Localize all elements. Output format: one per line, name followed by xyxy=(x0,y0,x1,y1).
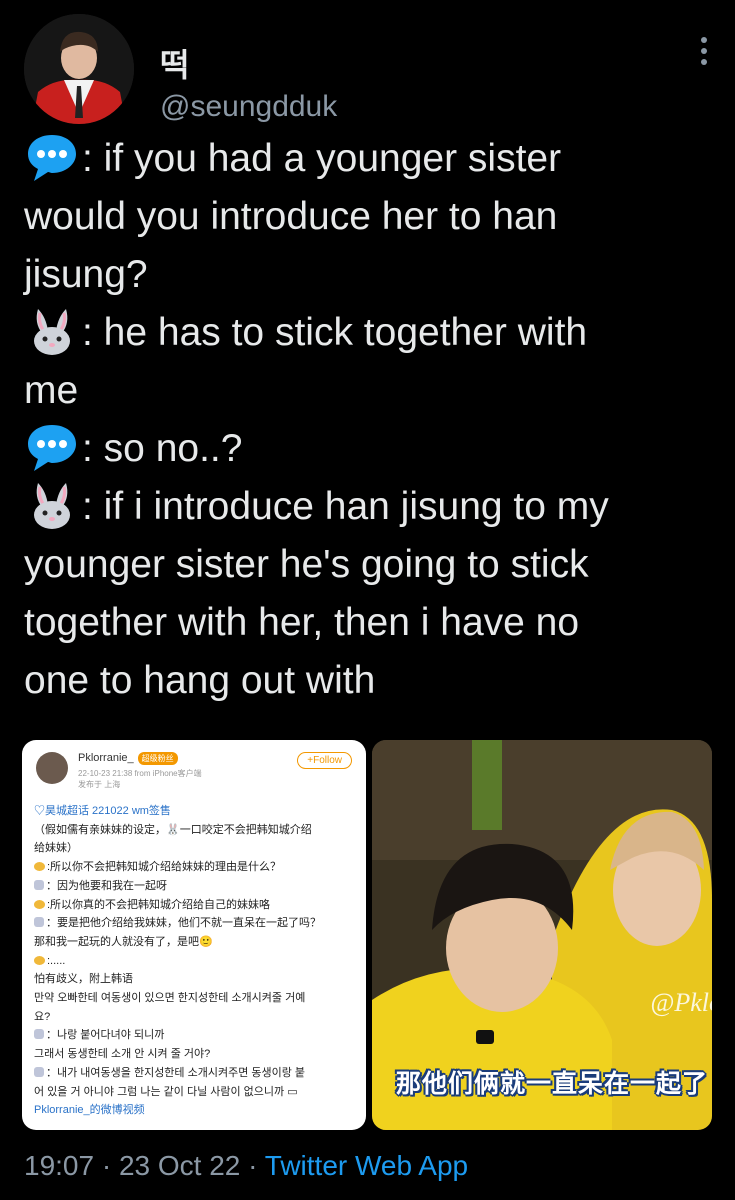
weibo-line: 那和我一起玩的人就没有了，是吧🙂 xyxy=(34,933,358,952)
rabbit-icon xyxy=(34,309,70,355)
video-still-image[interactable]: @Pklo 那他们俩就一直呆在一起了 xyxy=(372,740,712,1130)
tweet-line-text: : so no..? xyxy=(82,427,243,470)
weibo-post-header: Pklorranie_ 超级粉丝 22-10-23 21:38 from iPho… xyxy=(22,740,366,800)
weibo-line[interactable]: ♡昊城超话 221022 wm签售 xyxy=(34,802,358,821)
tweet-line-text: jisung? xyxy=(24,253,148,296)
weibo-line-text: 어 있을 거 아니야 그럼 나는 같이 다닐 사람이 없으니까 ▭ xyxy=(34,1085,298,1098)
user-handle[interactable]: @seungdduk xyxy=(160,90,337,124)
weibo-line-text: （假如儒有亲妹妹的设定，🐰一口咬定不会把韩知城介绍 xyxy=(34,823,312,836)
weibo-line-text: ：나랑 붙어다녀야 되니까 xyxy=(46,1029,165,1042)
weibo-line: 요? xyxy=(34,1008,358,1027)
weibo-line-text: 요? xyxy=(34,1010,51,1023)
weibo-line-text: 那和我一起玩的人就没有了，是吧🙂 xyxy=(34,935,213,948)
tweet-line: jisung? xyxy=(24,246,714,304)
weibo-line: ：나랑 붙어다녀야 되니까 xyxy=(34,1026,358,1045)
weibo-line: :所以你真的不会把韩知城介绍给自己的妹妹咯 xyxy=(34,896,358,915)
rabbit-icon xyxy=(34,1066,44,1077)
weibo-meta: 22-10-23 21:38 from iPhone客户端 发布于 上海 xyxy=(78,768,202,790)
tweet-line-text: one to hang out with xyxy=(24,659,376,702)
weibo-line-text: 만약 오빠한테 여동생이 있으면 한지성한테 소개시켜줄 거예 xyxy=(34,992,306,1005)
weibo-line: 그래서 동생한테 소개 안 시켜 줄 거야? xyxy=(34,1045,358,1064)
weibo-line: :..... xyxy=(34,952,358,971)
weibo-line: ：내가 내여동생을 한지성한테 소개시켜주면 동생이랑 붙 xyxy=(34,1064,358,1083)
weibo-username: Pklorranie_ 超级粉丝 xyxy=(78,752,178,765)
tweet-footer: 19:07 · 23 Oct 22 · Twitter Web App xyxy=(24,1150,468,1182)
tweet-line: : if you had a younger sister xyxy=(24,130,714,188)
weibo-avatar xyxy=(36,752,68,784)
emoji-icon xyxy=(34,899,45,909)
weibo-line: ：要是把他介绍给我妹妹，他们不就一直呆在一起了吗？ xyxy=(34,914,358,933)
tweet-line-text: me xyxy=(24,369,79,412)
weibo-line-text: 给妹妹） xyxy=(34,842,78,855)
tweet-line: me xyxy=(24,362,714,420)
weibo-line: 만약 오빠한테 여동생이 있으면 한지성한테 소개시켜줄 거예 xyxy=(34,989,358,1008)
weibo-line: 怕有歧义，附上韩语 xyxy=(34,970,358,989)
weibo-line: ：因为他要和我在一起呀 xyxy=(34,877,358,896)
tweet-line-text: : if i introduce han jisung to my xyxy=(82,485,609,528)
video-subtitle: 那他们俩就一直呆在一起了 xyxy=(396,1070,709,1098)
weibo-post-body: ♡昊城超话 221022 wm签售 （假如儒有亲妹妹的设定，🐰一口咬定不会把韩知城… xyxy=(34,802,358,1120)
tweet-line: younger sister he's going to stick xyxy=(24,536,714,594)
more-options-icon[interactable] xyxy=(694,32,714,72)
separator: · xyxy=(94,1150,119,1181)
speech-bubble-icon xyxy=(28,135,76,181)
display-name[interactable]: 떡 xyxy=(160,40,189,86)
tweet-line-text: : he has to stick together with xyxy=(82,311,588,354)
rabbit-icon xyxy=(34,1029,44,1040)
separator: · xyxy=(240,1150,265,1181)
weibo-timestamp: 22-10-23 21:38 from iPhone客户端 xyxy=(78,769,202,778)
weibo-line: 어 있을 거 아니야 그럼 나는 같이 다닐 사람이 없으니까 ▭ xyxy=(34,1083,358,1102)
weibo-line: （假如儒有亲妹妹的设定，🐰一口咬定不会把韩知城介绍 xyxy=(34,821,358,840)
tweet-line-text: : if you had a younger sister xyxy=(82,137,562,180)
tweet-line: together with her, then i have no xyxy=(24,594,714,652)
weibo-screenshot-image[interactable]: Pklorranie_ 超级粉丝 22-10-23 21:38 from iPho… xyxy=(22,740,366,1130)
rabbit-icon xyxy=(34,917,44,928)
tweet-line: one to hang out with xyxy=(24,652,714,710)
tweet-header: 떡 @seungdduk xyxy=(24,14,714,124)
tweet-line: : he has to stick together with xyxy=(24,304,714,362)
tweet-date[interactable]: 23 Oct 22 xyxy=(119,1150,240,1181)
weibo-line-text: ♡昊城超话 221022 wm签售 xyxy=(34,805,171,817)
weibo-line-text: 怕有歧义，附上韩语 xyxy=(34,973,133,986)
emoji-icon xyxy=(34,862,45,872)
speech-bubble-icon xyxy=(28,425,76,471)
weibo-line-text: :..... xyxy=(47,954,66,967)
tweet-line: : so no..? xyxy=(24,420,714,478)
emoji-icon xyxy=(34,955,45,965)
weibo-line: 给妹妹） xyxy=(34,839,358,858)
tweet-time[interactable]: 19:07 xyxy=(24,1150,94,1181)
weibo-location: 发布于 上海 xyxy=(78,780,121,789)
avatar[interactable] xyxy=(24,14,134,124)
tweet-line: : if i introduce han jisung to my xyxy=(24,478,714,536)
weibo-fan-badge: 超级粉丝 xyxy=(137,752,178,765)
weibo-line: :所以你不会把韩知城介绍给妹妹的理由是什么？ xyxy=(34,858,358,877)
weibo-line-text: Pklorranie_的微博视频 xyxy=(34,1104,145,1117)
weibo-line-text: 그래서 동생한테 소개 안 시켜 줄 거야? xyxy=(34,1048,211,1061)
weibo-line[interactable]: Pklorranie_的微博视频 xyxy=(34,1101,358,1120)
weibo-line-text: :所以你不会把韩知城介绍给妹妹的理由是什么？ xyxy=(47,861,282,874)
tweet-line-text: together with her, then i have no xyxy=(24,601,580,644)
weibo-follow-button: +Follow xyxy=(297,752,352,769)
weibo-line-text: ：要是把他介绍给我妹妹，他们不就一直呆在一起了吗？ xyxy=(46,917,321,930)
rabbit-icon xyxy=(34,483,70,529)
video-watermark: @Pklo xyxy=(650,988,712,1017)
rabbit-icon xyxy=(34,879,44,890)
tweet-line-text: younger sister he's going to stick xyxy=(24,543,589,586)
tweet-source-link[interactable]: Twitter Web App xyxy=(265,1150,468,1181)
weibo-line-text: ：因为他要和我在一起呀 xyxy=(46,879,167,892)
tweet-text: : if you had a younger sister would you i… xyxy=(24,130,714,710)
weibo-line-text: :所以你真的不会把韩知城介绍给自己的妹妹咯 xyxy=(47,898,271,911)
tweet-line-text: would you introduce her to han xyxy=(24,195,558,238)
weibo-line-text: ：내가 내여동생을 한지성한테 소개시켜주면 동생이랑 붙 xyxy=(46,1066,306,1079)
tweet-line: would you introduce her to han xyxy=(24,188,714,246)
